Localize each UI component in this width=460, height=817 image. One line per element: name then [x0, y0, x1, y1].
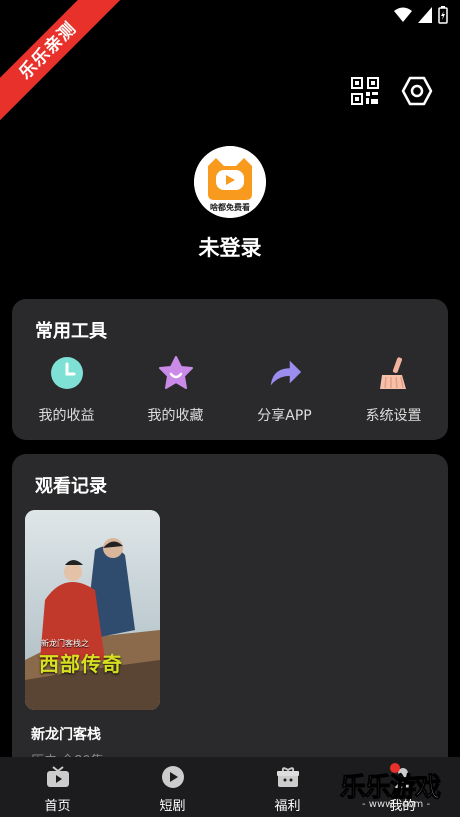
watermark-logo: 乐乐游戏 - www. .com - [339, 757, 460, 817]
tv-icon [45, 765, 71, 789]
play-icon [160, 765, 186, 789]
tools-title: 常用工具 [35, 321, 107, 342]
signal-icon [418, 7, 432, 23]
tool-label: 分享APP [257, 408, 312, 424]
history-title: 观看记录 [35, 476, 107, 497]
tools-card: 常用工具 我的收益 我的收藏 分享APP 系统设置 [12, 299, 448, 440]
tool-label: 系统设置 [365, 408, 422, 424]
broom-icon [376, 355, 412, 391]
corner-ribbon: 乐乐亲测 [0, 0, 140, 140]
battery-icon [438, 6, 448, 24]
qr-code-icon[interactable] [348, 74, 382, 108]
ribbon-text: 乐乐亲测 [0, 0, 130, 133]
tab-benefits[interactable]: 福利 [230, 757, 345, 817]
tab-label: 首页 [44, 799, 71, 814]
tool-earnings[interactable]: 我的收益 [12, 355, 121, 425]
login-status[interactable]: 未登录 [0, 232, 460, 262]
wifi-icon [394, 7, 412, 22]
history-card: 观看记录 新龙门客栈之 西部传奇 新龙门客栈 [12, 454, 448, 774]
share-arrow-icon [267, 355, 303, 391]
tool-label: 我的收益 [38, 408, 95, 424]
avatar-text: 啥都免费看 [210, 203, 250, 212]
gift-icon [275, 765, 301, 789]
tab-label: 短剧 [159, 799, 186, 814]
poster-image: 新龙门客栈之 西部传奇 [25, 510, 160, 710]
poster-title: 西部传奇 [39, 652, 123, 676]
tab-label: 福利 [274, 799, 301, 814]
tool-label: 我的收藏 [147, 408, 204, 424]
history-item[interactable]: 新龙门客栈之 西部传奇 新龙门客栈 历史 全80集 [25, 510, 160, 769]
tool-system-settings[interactable]: 系统设置 [339, 355, 448, 425]
avatar[interactable]: 啥都免费看 [194, 146, 266, 218]
tool-favorites[interactable]: 我的收藏 [121, 355, 230, 425]
tool-share[interactable]: 分享APP [230, 355, 339, 425]
clock-icon [49, 355, 85, 391]
settings-hex-icon[interactable] [400, 74, 434, 108]
star-icon [158, 355, 194, 391]
watermark-url: - www. .com - [362, 799, 431, 810]
tab-shorts[interactable]: 短剧 [115, 757, 230, 817]
history-item-title: 新龙门客栈 [31, 727, 101, 743]
tab-home[interactable]: 首页 [0, 757, 115, 817]
